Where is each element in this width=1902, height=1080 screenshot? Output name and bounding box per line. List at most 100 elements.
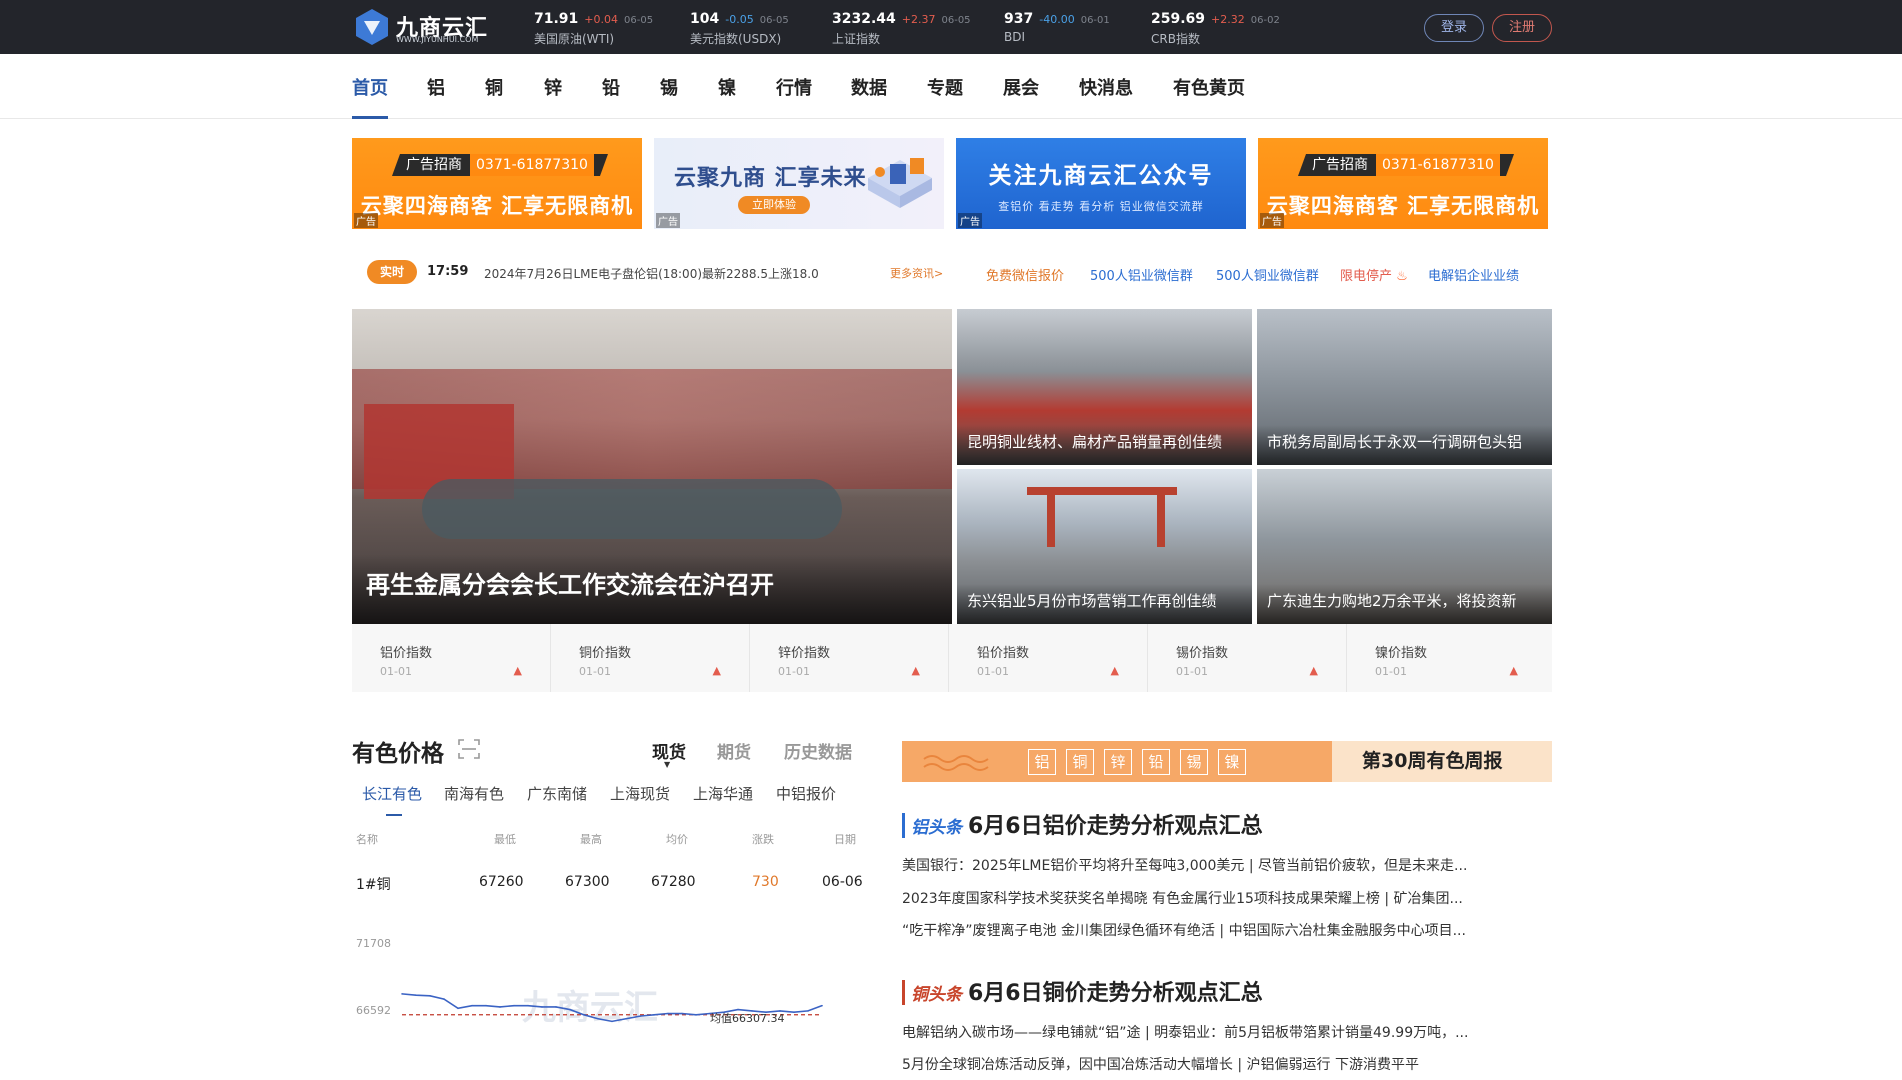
subtab-changjiang[interactable]: 长江有色	[362, 783, 422, 804]
link-aluminum-group[interactable]: 500人铝业微信群	[1090, 265, 1193, 284]
headline-photo-4[interactable]: 广东迪生力购地2万余平米，将投资新	[1257, 469, 1552, 624]
headline-title: 6月6日铝价走势分析观点汇总	[968, 814, 1263, 839]
ad-banner-3[interactable]: 关注九商云汇公众号 查铝价 看走势 看分析 铝业微信交流群 广告	[956, 138, 1246, 229]
weekly-report-banner[interactable]: 铝铜锌铅锡镍 第30周有色周报	[902, 741, 1552, 782]
row-name[interactable]: 1#铜	[356, 874, 391, 894]
price-point	[611, 1020, 613, 1023]
tab-futures[interactable]: 期货	[717, 738, 751, 763]
site-logo[interactable]: 九商云汇 WWW.JIYUNHUI.COM	[352, 7, 497, 47]
index-bdi[interactable]: 937 -40.00 06-01 BDI	[1004, 8, 1110, 44]
nav-data[interactable]: 数据	[851, 74, 887, 100]
ad-label: 广告	[656, 213, 680, 228]
link-power-outage[interactable]: 限电停产 ♨	[1340, 265, 1408, 284]
index-card-lead[interactable]: 铅价指数 01-01 ▲	[949, 624, 1148, 692]
nav-expo[interactable]: 展会	[1003, 74, 1039, 100]
top-bar: 九商云汇 WWW.JIYUNHUI.COM 71.91 +0.04 06-05 美国…	[0, 0, 1902, 54]
index-name: 美国原油(WTI)	[534, 32, 615, 46]
index-card-name: 铝价指数	[380, 646, 433, 661]
index-card-tin[interactable]: 锡价指数 01-01 ▲	[1148, 624, 1347, 692]
nav-copper[interactable]: 铜	[485, 74, 503, 100]
price-point	[457, 1007, 459, 1010]
price-point	[821, 1004, 823, 1007]
subtab-nanhai[interactable]: 南海有色	[444, 783, 504, 804]
nav-zinc[interactable]: 锌	[544, 74, 562, 100]
metal-chip: 铝	[1028, 749, 1056, 775]
copper-headline-tag: 铜头条	[902, 980, 962, 1005]
headline-photo-1[interactable]: 昆明铜业线材、扁材产品销量再创佳绩	[957, 309, 1252, 465]
row-low: 67260	[479, 874, 524, 890]
login-button[interactable]: 登录	[1424, 14, 1484, 42]
news-headline-copper[interactable]: 铜头条 6月6日铜价走势分析观点汇总	[902, 975, 1263, 1007]
nav-home[interactable]: 首页	[352, 74, 388, 100]
photo-caption: 东兴铝业5月份市场营销工作再创佳绩	[957, 584, 1252, 624]
index-card-zinc[interactable]: 锌价指数 01-01 ▲	[750, 624, 949, 692]
price-point	[513, 1004, 515, 1007]
index-name: CRB指数	[1151, 32, 1200, 46]
nav-topics[interactable]: 专题	[927, 74, 963, 100]
index-date: 06-05	[941, 15, 971, 26]
news-line[interactable]: “吃干榨净”废锂离子电池 金川集团绿色循环有绝活 | 中铝国际六冶杜集金融服务中…	[902, 920, 1466, 940]
price-point	[485, 1004, 487, 1007]
index-crb[interactable]: 259.69 +2.32 06-02 CRB指数	[1151, 8, 1280, 47]
index-card-copper[interactable]: 铜价指数 01-01 ▲	[551, 624, 750, 692]
subtab-chalco[interactable]: 中铝报价	[776, 783, 836, 804]
price-point	[415, 994, 417, 996]
nav-flash[interactable]: 快消息	[1079, 74, 1133, 100]
active-tab-caret-icon: ▼	[664, 760, 671, 769]
index-card-aluminum[interactable]: 铝价指数 01-01 ▲	[352, 624, 551, 692]
isometric-illustration-icon	[868, 158, 932, 208]
nav-aluminum[interactable]: 铝	[427, 74, 445, 100]
subtab-shanghai-huatong[interactable]: 上海华通	[693, 783, 753, 804]
news-line[interactable]: 5月份全球铜冶炼活动反弹，因中国冶炼活动大幅增长 | 沪铝偏弱运行 下游消费平平	[902, 1054, 1419, 1074]
ticker-message[interactable]: 2024年7月26日LME电子盘伦铝(18:00)最新2288.5上涨18.0	[484, 265, 819, 282]
headline-photo-2[interactable]: 市税务局副局长于永双一行调研包头铝	[1257, 309, 1552, 465]
index-card-nickel[interactable]: 镍价指数 01-01 ▲	[1347, 624, 1546, 692]
news-line[interactable]: 美国银行：2025年LME铝价平均将升至每吨3,000美元 | 尽管当前铝价疲软…	[902, 855, 1467, 875]
index-card-date: 01-01	[977, 665, 1009, 678]
index-wti[interactable]: 71.91 +0.04 06-05 美国原油(WTI)	[534, 8, 653, 47]
subtab-shanghai-spot[interactable]: 上海现货	[610, 783, 670, 804]
nav-market[interactable]: 行情	[776, 74, 812, 100]
aluminum-headline-tag: 铝头条	[902, 813, 962, 838]
register-button[interactable]: 注册	[1492, 14, 1552, 42]
index-date: 06-05	[624, 15, 654, 26]
price-point	[583, 1014, 585, 1016]
index-change: +2.37	[901, 13, 936, 26]
ad-banner-4[interactable]: 广告招商 0371-61877310 云聚四海商客 汇享无限商机 广告	[1258, 138, 1548, 229]
index-usdx[interactable]: 104 -0.05 06-05 美元指数(USDX)	[690, 8, 789, 47]
fullscreen-icon[interactable]	[458, 739, 480, 759]
index-shanghai[interactable]: 3232.44 +2.37 06-05 上证指数	[832, 8, 971, 47]
col-name: 名称	[356, 833, 378, 846]
news-headline-aluminum[interactable]: 铝头条 6月6日铝价走势分析观点汇总	[902, 808, 1263, 840]
index-card-name: 镍价指数	[1375, 646, 1428, 661]
headline-photo-main[interactable]: 再生金属分会会长工作交流会在沪召开	[352, 309, 952, 624]
link-copper-group[interactable]: 500人铜业微信群	[1216, 265, 1319, 284]
news-line[interactable]: 电解铝纳入碳市场——绿电铺就“铝”途 | 明泰铝业：前5月铝板带箔累计销量49.…	[902, 1022, 1468, 1042]
price-point	[541, 1006, 543, 1008]
headline-title: 6月6日铜价走势分析观点汇总	[968, 981, 1263, 1006]
price-point	[429, 995, 431, 997]
link-smelter-results[interactable]: 电解铝企业业绩	[1428, 265, 1519, 284]
nav-nickel[interactable]: 镍	[718, 74, 736, 100]
subtab-guangdong[interactable]: 广东南储	[527, 783, 587, 804]
col-high: 最高	[580, 833, 602, 846]
ad-try-button[interactable]: 立即体验	[738, 196, 810, 214]
price-point	[401, 993, 403, 995]
news-line[interactable]: 2023年度国家科学技术奖获奖名单揭晓 有色金属行业15项科技成果荣耀上榜 | …	[902, 888, 1463, 908]
more-news-link[interactable]: 更多资讯>	[890, 265, 943, 281]
headline-photo-3[interactable]: 东兴铝业5月份市场营销工作再创佳绩	[957, 469, 1252, 624]
ad-banner-2[interactable]: 云聚九商 汇享未来 立即体验 广告	[654, 138, 944, 229]
nav-tin[interactable]: 锡	[660, 74, 678, 100]
nav-lead[interactable]: 铅	[602, 74, 620, 100]
ad-banner-1[interactable]: 广告招商 0371-61877310 云聚四海商客 汇享无限商机 广告	[352, 138, 642, 229]
nav-yellowpages[interactable]: 有色黄页	[1173, 74, 1245, 100]
chart-plot	[401, 993, 823, 1023]
ad-pill: 广告招商 0371-61877310	[1297, 154, 1514, 176]
tab-history[interactable]: 历史数据	[784, 738, 852, 763]
meeting-table-image	[422, 479, 842, 539]
link-free-wechat-quote[interactable]: 免费微信报价	[986, 265, 1064, 284]
up-arrow-icon: ▲	[712, 664, 721, 677]
metal-chip: 锌	[1104, 749, 1132, 775]
nav-active-indicator	[352, 116, 388, 119]
price-point	[499, 1006, 501, 1008]
